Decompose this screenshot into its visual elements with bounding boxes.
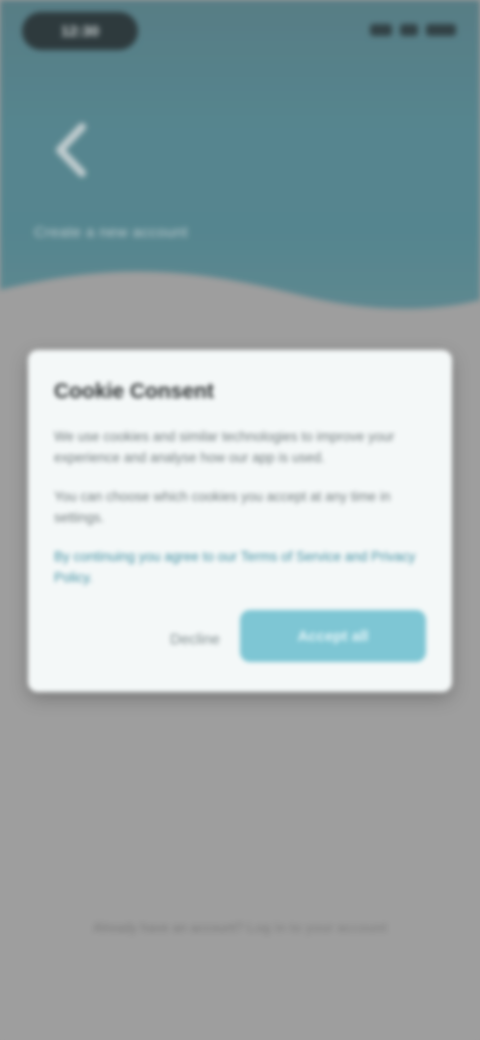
dialog-terms-paragraph[interactable]: By continuing you agree to our Terms of …	[54, 546, 430, 588]
dialog-body: We use cookies and similar technologies …	[54, 426, 430, 606]
dialog-paragraph: We use cookies and similar technologies …	[54, 429, 395, 465]
dialog-paragraph: You can choose which cookies you accept …	[54, 489, 391, 525]
cookie-dialog: Cookie Consent We use cookies and simila…	[28, 350, 452, 692]
accept-button[interactable]: Accept all	[240, 610, 426, 662]
dialog-title: Cookie Consent	[54, 380, 214, 403]
